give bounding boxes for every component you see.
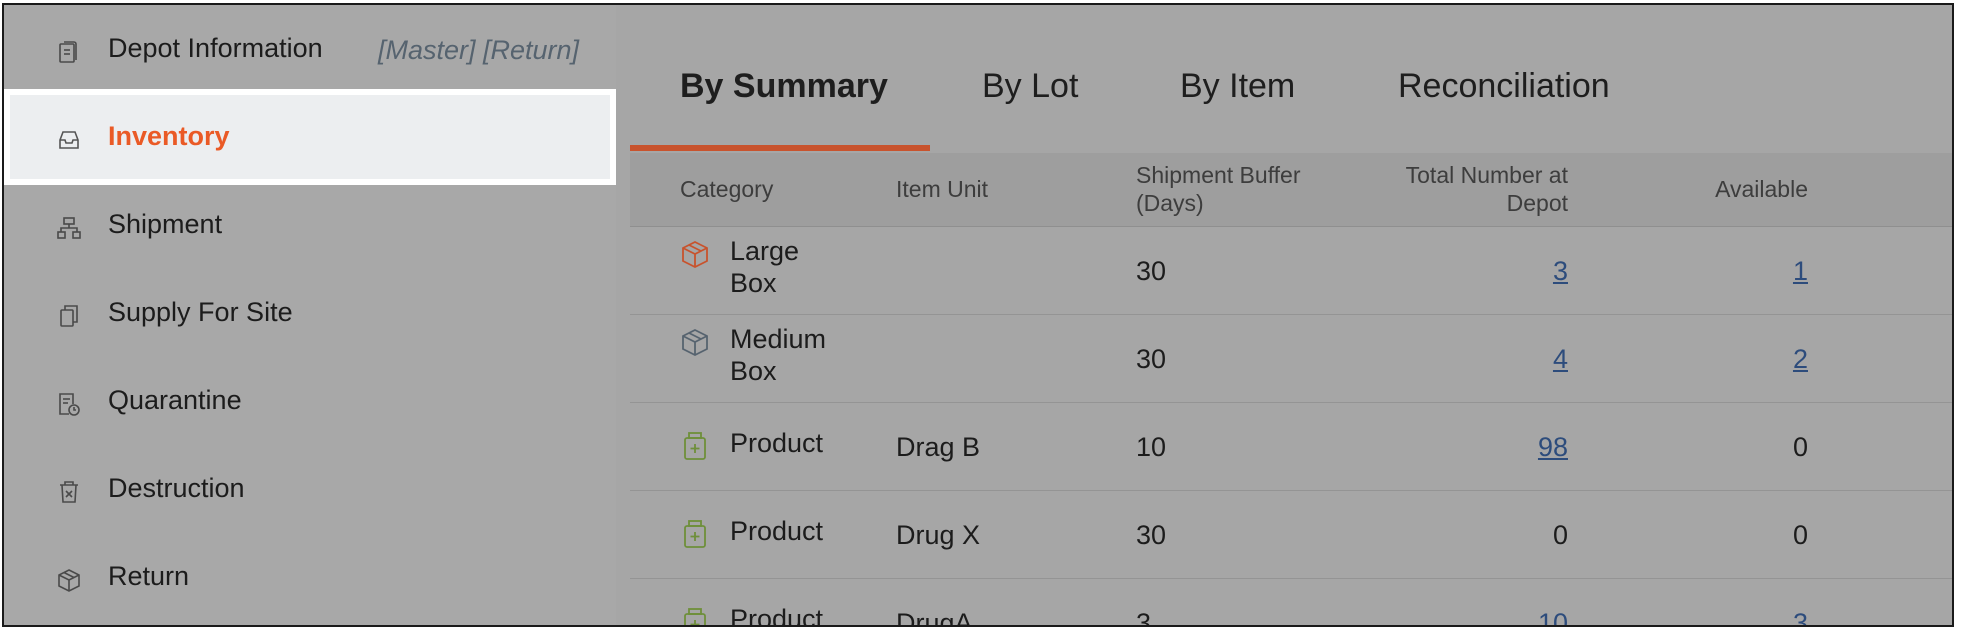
sidebar-item-destruction[interactable]: Destruction xyxy=(8,445,612,533)
table-row: Large Box 30 3 1 xyxy=(630,227,1952,315)
sidebar-item-label: Shipment xyxy=(108,209,223,239)
sidebar-item-label: Destruction xyxy=(108,473,245,503)
table-header: Category Item Unit Shipment Buffer (Days… xyxy=(630,153,1952,227)
copy-icon xyxy=(56,303,82,329)
sidebar-item-quarantine[interactable]: Quarantine xyxy=(8,357,612,445)
column-header-total-number[interactable]: Total Number at Depot xyxy=(1330,161,1568,217)
sidebar-item-label: Depot Information xyxy=(108,33,323,63)
tab-reconciliation[interactable]: Reconciliation xyxy=(1398,67,1610,106)
column-header-available[interactable]: Available xyxy=(1630,175,1808,203)
category-line: Large xyxy=(730,236,800,266)
total-number-link[interactable]: 4 xyxy=(1330,343,1568,375)
app-window: Depot Information [Master] [Return] Inve… xyxy=(2,3,1954,627)
category-cell: Product xyxy=(730,516,824,546)
inbox-icon xyxy=(56,127,82,153)
tab-by-lot[interactable]: By Lot xyxy=(982,67,1078,106)
tab-by-summary[interactable]: By Summary xyxy=(680,67,888,106)
total-number-link[interactable]: 98 xyxy=(1330,431,1568,463)
shipment-buffer-cell: 30 xyxy=(1136,520,1167,550)
table-row: Product Drug X 30 0 0 xyxy=(630,491,1952,579)
item-unit-cell: DrugA xyxy=(896,608,973,627)
total-number-link[interactable]: 3 xyxy=(1330,255,1568,287)
item-unit-cell: Drug X xyxy=(896,520,981,550)
header-line: Shipment Buffer xyxy=(1136,162,1301,188)
category-cell: Medium Box xyxy=(730,323,826,387)
tab-bar: By Summary By Lot By Item Reconciliation xyxy=(630,21,1952,154)
category-cell: Large Box xyxy=(730,235,799,299)
hierarchy-icon xyxy=(56,215,82,241)
header-line: Total Number at xyxy=(1405,162,1568,188)
shipment-buffer-cell: 30 xyxy=(1136,256,1167,286)
medicine-bottle-icon xyxy=(680,607,710,625)
sidebar-item-label: Inventory xyxy=(108,121,230,151)
category-line: Medium xyxy=(730,324,827,354)
shipment-buffer-cell: 3 xyxy=(1136,608,1152,627)
tab-by-item[interactable]: By Item xyxy=(1180,67,1295,106)
box-icon xyxy=(680,327,710,357)
table-row: Product Drag B 10 98 0 xyxy=(630,403,1952,491)
medicine-bottle-icon xyxy=(680,431,710,461)
active-tab-indicator xyxy=(630,145,930,151)
sidebar-item-inventory[interactable]: Inventory xyxy=(4,89,616,185)
document-clock-icon xyxy=(56,391,82,417)
trash-x-icon xyxy=(56,479,82,505)
available-value: 0 xyxy=(1792,520,1808,550)
category-line: Box xyxy=(730,356,777,386)
medicine-bottle-icon xyxy=(680,519,710,549)
available-link[interactable]: 2 xyxy=(1630,343,1808,375)
total-number-value: 0 xyxy=(1552,520,1568,550)
sidebar-item-label: Return xyxy=(108,561,190,591)
total-number-link[interactable]: 10 xyxy=(1330,607,1568,625)
available-value: 0 xyxy=(1792,432,1808,462)
clipboard-icon xyxy=(56,39,82,65)
sidebar-item-supply-for-site[interactable]: Supply For Site xyxy=(8,269,612,357)
table-row: Medium Box 30 4 2 xyxy=(630,315,1952,403)
category-cell: Product xyxy=(730,604,824,627)
category-cell: Product xyxy=(730,428,824,458)
shipment-buffer-cell: 10 xyxy=(1136,432,1167,462)
depot-tags: [Master] [Return] xyxy=(378,35,580,65)
sidebar-item-depot-information[interactable]: Depot Information [Master] [Return] xyxy=(8,5,612,93)
main-panel: By Summary By Lot By Item Reconciliation… xyxy=(630,21,1952,625)
header-line: (Days) xyxy=(1136,190,1204,216)
item-unit-cell: Drag B xyxy=(896,432,981,462)
box-icon xyxy=(56,567,82,593)
column-header-category[interactable]: Category xyxy=(680,175,773,203)
available-link[interactable]: 3 xyxy=(1630,607,1808,625)
sidebar: Depot Information [Master] [Return] Inve… xyxy=(4,5,616,625)
column-header-shipment-buffer[interactable]: Shipment Buffer (Days) xyxy=(1136,161,1301,217)
column-header-item-unit[interactable]: Item Unit xyxy=(896,175,988,203)
shipment-buffer-cell: 30 xyxy=(1136,344,1167,374)
available-link[interactable]: 1 xyxy=(1630,255,1808,287)
sidebar-item-shipment[interactable]: Shipment xyxy=(8,181,612,269)
sidebar-item-label: Quarantine xyxy=(108,385,242,415)
category-line: Box xyxy=(730,268,777,298)
sidebar-item-return[interactable]: Return xyxy=(8,533,612,621)
header-line: Depot xyxy=(1506,190,1568,216)
sidebar-item-label: Supply For Site xyxy=(108,297,293,327)
box-icon xyxy=(680,239,710,269)
table-row: Product DrugA 3 10 3 xyxy=(630,579,1952,627)
